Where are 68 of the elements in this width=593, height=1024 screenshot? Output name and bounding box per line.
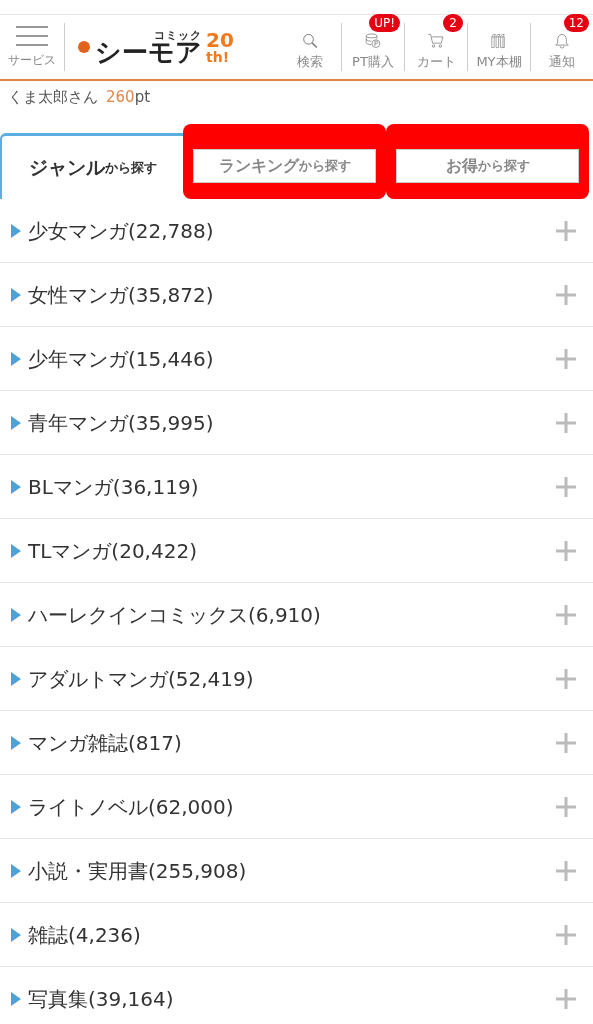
triangle-icon <box>11 543 21 558</box>
genre-row[interactable]: 少年マンガ(15,446) <box>0 327 593 391</box>
genre-label: 雑誌(4,236) <box>28 921 142 949</box>
genre-row[interactable]: ハーレクインコミックス(6,910) <box>0 583 593 647</box>
count-badge: UP! <box>369 14 400 32</box>
triangle-icon <box>11 479 21 494</box>
genre-row[interactable]: TLマンガ(20,422) <box>0 519 593 583</box>
genre-label: ハーレクインコミックス(6,910) <box>28 601 322 629</box>
header-action-button[interactable]: 検索 <box>279 33 341 71</box>
triangle-icon <box>11 351 21 366</box>
plus-icon[interactable] <box>555 731 577 754</box>
genre-label: 少年マンガ(15,446) <box>28 345 215 373</box>
plus-icon[interactable] <box>555 923 577 946</box>
triangle-icon <box>11 735 21 750</box>
genre-label: アダルトマンガ(52,419) <box>28 665 255 693</box>
plus-icon[interactable] <box>555 603 577 626</box>
triangle-icon <box>11 927 21 942</box>
genre-label: 写真集(39,164) <box>28 985 175 1013</box>
genre-row[interactable]: 青年マンガ(35,995) <box>0 391 593 455</box>
header-action-button[interactable]: PT購入 <box>342 33 404 71</box>
plus-icon[interactable] <box>555 667 577 690</box>
plus-icon[interactable] <box>555 283 577 306</box>
genre-row[interactable]: 写真集(39,164) <box>0 967 593 1024</box>
genre-row[interactable]: ライトノベル(62,000) <box>0 775 593 839</box>
plus-icon[interactable] <box>555 539 577 562</box>
genre-row[interactable]: 小説・実用書(255,908) <box>0 839 593 903</box>
triangle-icon <box>11 799 21 814</box>
tab[interactable]: ランキングから探す <box>193 149 376 183</box>
logo-dot-icon <box>77 40 91 54</box>
tab[interactable]: お得から探す <box>396 149 579 183</box>
genre-label: TLマンガ(20,422) <box>28 537 198 565</box>
plus-icon[interactable] <box>555 219 577 242</box>
genre-row[interactable]: 雑誌(4,236) <box>0 903 593 967</box>
plus-icon[interactable] <box>555 859 577 882</box>
triangle-icon <box>11 607 21 622</box>
tab[interactable]: ジャンルから探す <box>0 133 183 199</box>
plus-icon[interactable] <box>555 475 577 498</box>
genre-label: ライトノベル(62,000) <box>28 793 235 821</box>
genre-row[interactable]: 女性マンガ(35,872) <box>0 263 593 327</box>
triangle-icon <box>11 671 21 686</box>
plus-icon[interactable] <box>555 347 577 370</box>
genre-label: BLマンガ(36,119) <box>28 473 200 501</box>
count-badge: 12 <box>563 14 589 32</box>
genre-row[interactable]: 少女マンガ(22,788) <box>0 199 593 263</box>
count-badge: 2 <box>443 14 463 32</box>
plus-icon[interactable] <box>555 795 577 818</box>
plus-icon[interactable] <box>555 987 577 1010</box>
user-name: くま太郎さん <box>8 86 98 108</box>
genre-label: 小説・実用書(255,908) <box>28 857 248 885</box>
menu-button[interactable]: サービス <box>0 15 64 79</box>
header-action-button[interactable]: カート <box>405 33 467 71</box>
triangle-icon <box>11 415 21 430</box>
header-action-button[interactable]: 通知 <box>531 33 593 71</box>
genre-label: 少女マンガ(22,788) <box>28 217 215 245</box>
triangle-icon <box>11 991 21 1006</box>
genre-row[interactable]: BLマンガ(36,119) <box>0 455 593 519</box>
genre-row[interactable]: マンガ雑誌(817) <box>0 711 593 775</box>
triangle-icon <box>11 863 21 878</box>
point-balance: 260pt <box>106 86 151 108</box>
genre-label: マンガ雑誌(817) <box>28 729 183 757</box>
triangle-icon <box>11 223 21 238</box>
triangle-icon <box>11 287 21 302</box>
header-action-button[interactable]: MY本棚 <box>468 33 530 71</box>
menu-icon <box>15 25 49 47</box>
plus-icon[interactable] <box>555 411 577 434</box>
genre-row[interactable]: アダルトマンガ(52,419) <box>0 647 593 711</box>
genre-label: 青年マンガ(35,995) <box>28 409 215 437</box>
genre-label: 女性マンガ(35,872) <box>28 281 215 309</box>
